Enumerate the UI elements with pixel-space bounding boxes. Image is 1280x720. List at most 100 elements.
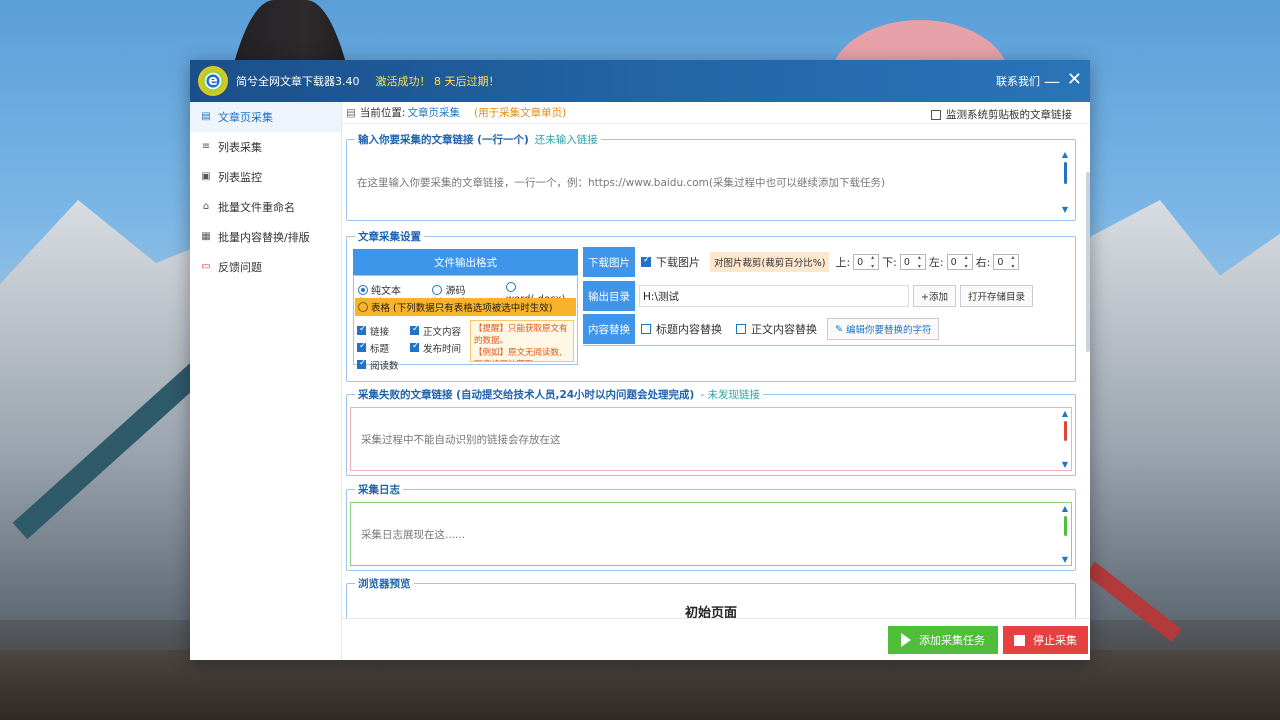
download-images-checkbox[interactable] [641, 255, 651, 267]
main-scrollbar[interactable] [1086, 172, 1090, 352]
output-dir-row: 输出目录 H:\测试 +添加 打开存储目录 [583, 281, 1075, 311]
close-icon[interactable]: ✕ [1067, 69, 1082, 90]
failed-links-textarea[interactable]: 采集过程中不能自动识别的链接会存放在这 [350, 407, 1072, 471]
open-dir-button[interactable]: 打开存储目录 [959, 285, 1033, 307]
sidebar-item-label: 列表监控 [218, 171, 262, 184]
sidebar-item-monitor[interactable]: ▣ 列表监控 [190, 162, 341, 192]
monitor-icon: ▣ [201, 171, 211, 182]
download-images-label: 下载图片 [583, 247, 635, 277]
field-link-checkbox[interactable] [357, 324, 367, 335]
crop-top-stepper[interactable]: 0 [853, 253, 880, 271]
table-fields: 链接 正文内容 标题 发布时间 阅读数 [357, 322, 461, 373]
feedback-icon: ▭ [201, 261, 211, 272]
title-bar[interactable]: e 简兮全网文章下载器3.40 激活成功！ 8 天后过期！ 联系我们 — ✕ [190, 60, 1090, 102]
scroll-thumb[interactable] [1063, 421, 1067, 441]
log-scrollbar[interactable]: ▲ ▼ [1061, 504, 1069, 564]
crop-left-stepper[interactable]: 0 [946, 253, 973, 271]
sidebar-item-replace[interactable]: ▦ 批量内容替换/排版 [190, 222, 341, 252]
replace-body-checkbox[interactable] [736, 324, 746, 334]
output-dir-input[interactable]: H:\测试 [639, 285, 909, 307]
field-title-checkbox[interactable] [357, 341, 367, 352]
scroll-up-icon[interactable]: ▲ [1062, 150, 1068, 159]
links-textarea[interactable]: 在这里输入你要采集的文章链接，一行一个，例：https://www.baidu.… [347, 150, 1061, 214]
scroll-thumb[interactable] [1063, 162, 1067, 184]
clipboard-monitor-label: 监测系统剪贴板的文章链接 [946, 109, 1072, 121]
field-body-checkbox[interactable] [410, 324, 420, 335]
breadcrumb-hint: (用于采集文章单页) [473, 107, 567, 119]
output-dir-label: 输出目录 [583, 281, 635, 311]
radio-docx[interactable] [505, 282, 516, 292]
sidebar-item-label: 文章页采集 [218, 111, 273, 124]
clipboard-monitor-checkbox[interactable] [931, 109, 941, 120]
failed-scrollbar[interactable]: ▲ ▼ [1061, 409, 1069, 469]
tip-line-2: 【例如】原文无阅读数,程序将无法获取. [474, 348, 562, 361]
add-dir-button[interactable]: +添加 [913, 285, 956, 307]
scroll-thumb[interactable] [1063, 516, 1067, 536]
document-icon: ▤ [346, 106, 356, 119]
field-row: 链接 正文内容 [357, 322, 461, 339]
table-option[interactable]: 表格 (下列数据只有表格选项被选中时生效) [355, 298, 576, 316]
failed-links-title-text: 采集失败的文章链接 (自动提交给技术人员,24小时以内问题会处理完成) [358, 389, 695, 401]
stop-label: 停止采集 [1033, 634, 1077, 647]
contact-link[interactable]: 联系我们 [996, 73, 1040, 89]
breadcrumb-value: 文章页采集 [407, 107, 460, 119]
radio-html[interactable] [432, 285, 443, 295]
radio-table[interactable] [358, 302, 368, 312]
field-body-label: 正文内容 [423, 326, 462, 338]
sidebar-item-rename[interactable]: ⌂ 批量文件重命名 [190, 192, 341, 222]
logo-letter: e [208, 73, 218, 89]
sidebar-item-feedback[interactable]: ▭ 反馈问题 [190, 252, 341, 282]
app-logo-icon: e [198, 66, 228, 96]
sidebar-item-list[interactable]: ≡ 列表采集 [190, 132, 341, 162]
scroll-down-icon[interactable]: ▼ [1062, 205, 1068, 214]
log-textarea[interactable]: 采集日志展现在这...... [350, 502, 1072, 566]
stop-icon [1014, 634, 1025, 646]
clipboard-monitor-toggle[interactable]: 监测系统剪贴板的文章链接 [931, 107, 1072, 122]
settings-group: 文章采集设置 文件输出格式 纯文本(.txt) 源码(.html) word(.… [346, 229, 1076, 382]
scroll-down-icon[interactable]: ▼ [1062, 460, 1068, 469]
input-links-group: 输入你要采集的文章链接 (一行一个) 还未输入链接 在这里输入你要采集的文章链接，… [346, 132, 1076, 221]
field-time-checkbox[interactable] [410, 341, 420, 352]
scroll-up-icon[interactable]: ▲ [1062, 504, 1068, 513]
radio-txt[interactable] [358, 285, 368, 295]
scroll-up-icon[interactable]: ▲ [1062, 409, 1068, 418]
replace-title-label: 标题内容替换 [656, 323, 722, 336]
tip-box: 【提醒】只能获取原文有的数据。 【例如】原文无阅读数,程序将无法获取. [470, 320, 574, 362]
sidebar-item-article[interactable]: ▤ 文章页采集 [190, 102, 341, 132]
app-title: 简兮全网文章下载器3.40 [236, 75, 360, 88]
crop-right-stepper[interactable]: 0 [993, 253, 1020, 271]
action-bar: 添加采集任务 停止采集 [342, 618, 1090, 660]
failed-links-group: 采集失败的文章链接 (自动提交给技术人员,24小时以内问题会处理完成) - 未发现… [346, 387, 1076, 476]
add-task-button[interactable]: 添加采集任务 [888, 626, 998, 654]
replace-icon: ▦ [201, 231, 211, 242]
links-scrollbar[interactable]: ▲ ▼ [1061, 150, 1069, 214]
minimize-icon[interactable]: — [1044, 72, 1060, 91]
tip-line-1: 【提醒】只能获取原文有的数据。 [474, 324, 568, 346]
stop-button[interactable]: 停止采集 [1003, 626, 1088, 654]
crop-bottom-stepper[interactable]: 0 [899, 253, 926, 271]
settings-title: 文章采集设置 [355, 229, 424, 244]
document-icon: ▤ [201, 111, 211, 122]
edit-replace-button[interactable]: ✎ 编辑你要替换的字符 [827, 318, 940, 340]
field-reads-checkbox[interactable] [357, 358, 367, 369]
scroll-down-icon[interactable]: ▼ [1062, 555, 1068, 564]
preview-title: 浏览器预览 [355, 576, 414, 591]
crop-top-label: 上: [835, 256, 851, 269]
download-images-row: 下载图片 下载图片 对图片裁剪(裁剪百分比%) 上: 0 下: 0 左: 0 右… [583, 247, 1075, 277]
replace-area [583, 345, 1075, 381]
input-links-title-text: 输入你要采集的文章链接 (一行一个) [358, 134, 529, 146]
rename-icon: ⌂ [202, 201, 210, 212]
input-links-status: 还未输入链接 [534, 134, 598, 146]
failed-links-status: - 未发现链接 [700, 389, 760, 401]
wallpaper-ground [0, 650, 1280, 720]
field-row: 阅读数 [357, 356, 461, 373]
format-header: 文件输出格式 [353, 249, 578, 275]
sidebar-item-label: 批量文件重命名 [218, 201, 295, 214]
preview-group: 浏览器预览 初始页面 [346, 576, 1076, 623]
crop-bottom-label: 下: [882, 256, 897, 269]
crop-label: 对图片裁剪(裁剪百分比%) [710, 252, 830, 272]
replace-title-checkbox[interactable] [641, 324, 651, 334]
field-reads-label: 阅读数 [370, 360, 399, 372]
replace-label: 内容替换 [583, 314, 635, 344]
log-title: 采集日志 [355, 482, 403, 497]
